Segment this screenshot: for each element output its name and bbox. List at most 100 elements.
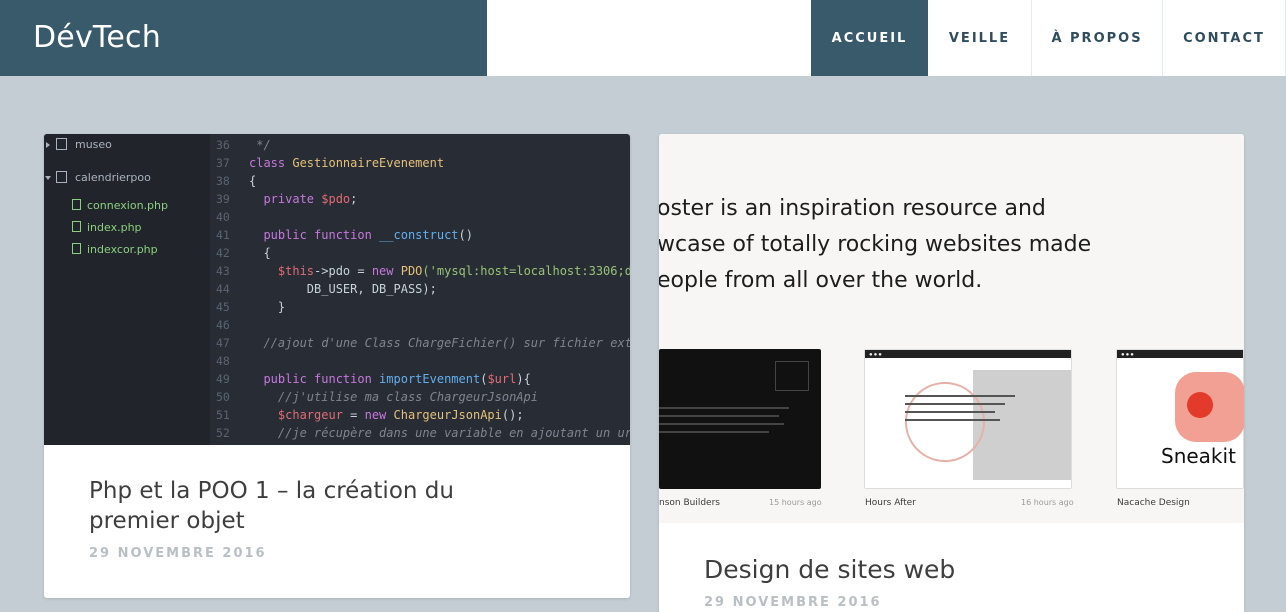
text-placeholder (905, 411, 995, 413)
folder-icon (56, 138, 67, 150)
text-placeholder (659, 407, 789, 409)
line-number: 46 (216, 318, 230, 332)
post-title-line[interactable]: Php et la POO 1 – la création du (89, 476, 454, 506)
code-token: importEvenment (379, 372, 481, 386)
code-line: //j'utilise ma class ChargeurJsonApi (249, 390, 538, 404)
nav-item-accueil[interactable]: ACCUEIL (811, 0, 928, 76)
code-token: $chargeur (249, 408, 343, 422)
post-title[interactable]: Php et la POO 1 – la création du premier… (89, 476, 454, 536)
circle-graphic (1187, 392, 1213, 418)
sneakit-logo-text: Sneakit (1161, 444, 1236, 468)
site-name: Hours After (865, 498, 916, 508)
code-token: new (371, 264, 401, 278)
code-line: $this->pdo = new PDO('mysql:host=localho… (249, 264, 630, 278)
tree-folder-label: museo (75, 138, 112, 151)
tree-file: connexion.php (72, 199, 168, 212)
text-placeholder (905, 419, 1000, 421)
tree-file-label: indexcor.php (87, 243, 158, 256)
post-title[interactable]: Design de sites web (704, 555, 955, 585)
post-date: 29 NOVEMBRE 2016 (89, 546, 267, 561)
code-token: PDO (400, 264, 423, 278)
file-icon (72, 199, 81, 210)
hero-text-line: wcase of totally rocking websites made (659, 232, 1092, 257)
code-line: class GestionnaireEvenement (249, 156, 444, 170)
nav-item-a-propos[interactable]: À PROPOS (1032, 0, 1163, 76)
browser-bar: ●●● (865, 350, 1071, 358)
code-token: ; (350, 192, 358, 206)
code-line: private $pdo; (249, 192, 357, 206)
code-line: */ (249, 138, 271, 152)
code-token: GestionnaireEvenement (292, 156, 445, 170)
text-placeholder (659, 423, 784, 425)
code-token: class (249, 156, 293, 170)
text-placeholder (905, 403, 1005, 405)
code-token: $pdo (321, 192, 351, 206)
code-line: public function importEvenment($url){ (249, 372, 530, 386)
code-line: public function __construct() (249, 228, 473, 242)
code-token: $this (249, 264, 315, 278)
site-time: 16 hours ago (1021, 498, 1074, 507)
folder-icon (56, 171, 67, 183)
text-placeholder (905, 395, 1015, 397)
browser-dots-icon: ●●● (1121, 352, 1135, 358)
code-token: private (249, 192, 322, 206)
text-placeholder (659, 431, 769, 433)
tree-file-label: connexion.php (87, 199, 168, 212)
post-thumbnail-code[interactable]: museo calendrierpoo connexion.php index.… (44, 134, 630, 445)
line-number: 36 (216, 138, 230, 152)
code-token: (); (501, 408, 524, 422)
brand-block[interactable]: DévTech (0, 0, 487, 76)
code-line: { (249, 246, 271, 260)
file-icon (72, 221, 81, 232)
code-line: { (249, 174, 257, 188)
tree-folder-label: calendrierpoo (75, 171, 151, 184)
site-name: Nacache Design (1117, 498, 1190, 508)
post-thumbnail-website[interactable]: oster is an inspiration resource and wca… (659, 134, 1244, 523)
line-number: 51 (216, 408, 230, 422)
line-number: 52 (216, 426, 230, 440)
line-number: 38 (216, 174, 230, 188)
nav-item-veille[interactable]: VEILLE (928, 0, 1032, 76)
code-line: //ajout d'une Class ChargeFichier() sur … (249, 336, 630, 350)
line-number: 44 (216, 282, 230, 296)
line-number: 49 (216, 372, 230, 386)
code-token: $url (487, 372, 517, 386)
site-time: 15 hours ago (769, 498, 822, 507)
post-card[interactable]: oster is an inspiration resource and wca… (659, 134, 1244, 612)
line-number: 42 (216, 246, 230, 260)
line-number: 47 (216, 336, 230, 350)
nav-item-contact[interactable]: CONTACT (1163, 0, 1286, 76)
line-number: 40 (216, 210, 230, 224)
text-placeholder (659, 415, 779, 417)
code-line: $chargeur = new ChargeurJsonApi(); (249, 408, 524, 422)
line-number: 45 (216, 300, 230, 314)
site-preview (659, 349, 821, 489)
line-number: 39 (216, 192, 230, 206)
browser-bar: ●●● (1117, 350, 1243, 358)
tree-file: index.php (72, 221, 142, 234)
hero-text-line: oster is an inspiration resource and (659, 196, 1046, 221)
tree-folder: calendrierpoo (45, 171, 151, 184)
code-token: new (364, 408, 394, 422)
code-token: = (342, 408, 365, 422)
code-token: ->pdo = (314, 264, 372, 278)
file-tree: museo calendrierpoo connexion.php index.… (44, 134, 210, 445)
post-title-line[interactable]: premier objet (89, 506, 454, 536)
image-placeholder (973, 370, 1071, 480)
line-number: 41 (216, 228, 230, 242)
site-title[interactable]: DévTech (33, 20, 161, 55)
line-number: 50 (216, 390, 230, 404)
menu-box (775, 361, 809, 391)
site-name: nson Builders (659, 498, 720, 508)
code-token: public function (249, 228, 380, 242)
post-card[interactable]: museo calendrierpoo connexion.php index.… (44, 134, 630, 598)
line-number: 43 (216, 264, 230, 278)
circle-graphic (905, 382, 985, 462)
code-line: //je récupère dans une variable en ajout… (249, 426, 630, 440)
tree-folder: museo (46, 138, 112, 151)
tree-file: indexcor.php (72, 243, 158, 256)
code-token: () (458, 228, 473, 242)
code-token: __construct (379, 228, 459, 242)
post-date: 29 NOVEMBRE 2016 (704, 595, 882, 610)
code-token: ChargeurJsonApi (393, 408, 502, 422)
